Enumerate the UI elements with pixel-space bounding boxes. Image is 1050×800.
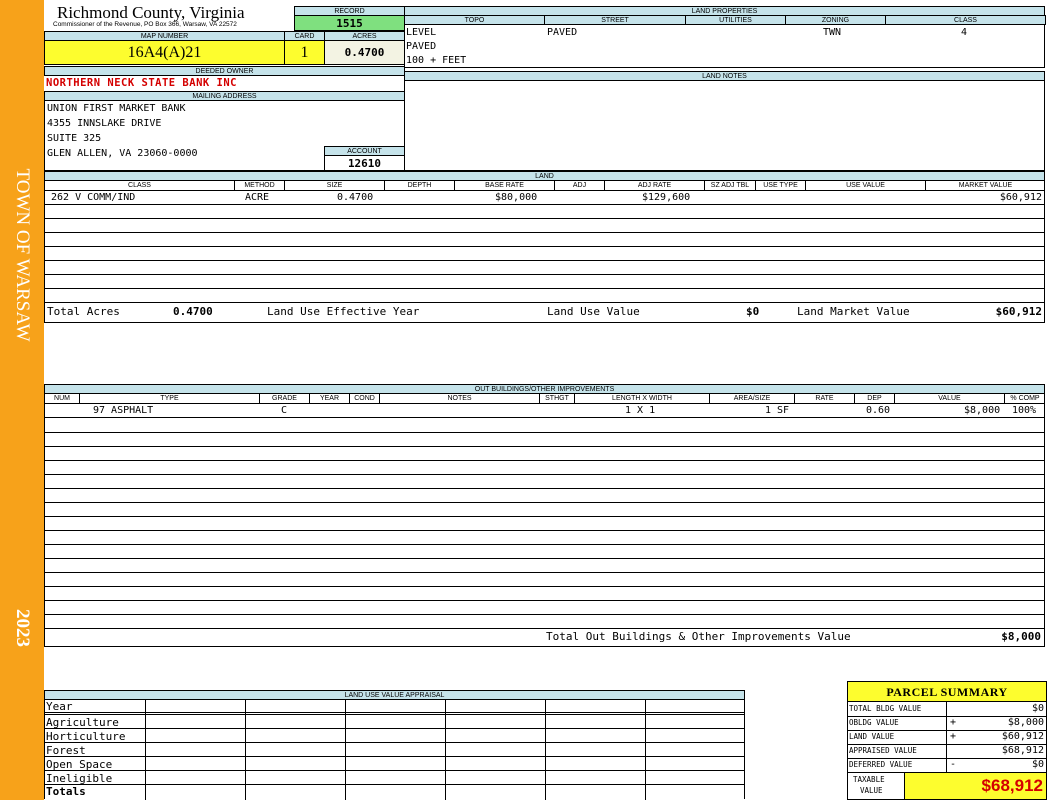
ps-taxable-label-1: TAXABLE <box>853 775 885 784</box>
ps-appraised-value: $68,912 <box>1001 745 1044 756</box>
land-col-use-value: USE VALUE <box>806 181 926 190</box>
land-row-base-rate: $80,000 <box>495 192 538 203</box>
ob-col-lxw: LENGTH X WIDTH <box>575 394 710 403</box>
ps-taxable-label-2: VALUE <box>860 786 883 795</box>
land-col-use-type: USE TYPE <box>756 181 806 190</box>
ob-col-grade: GRADE <box>260 394 310 403</box>
record-number: 1515 <box>294 15 405 31</box>
ps-taxable-value: $68,912 <box>904 773 1046 799</box>
ps-bldg-label: TOTAL BLDG VALUE <box>849 704 922 713</box>
lp-topo-1: LEVEL <box>406 27 437 38</box>
lp-col-street: STREET <box>544 15 686 25</box>
sidebar-year: 2023 <box>12 609 33 647</box>
land-use-appraisal-table: Year Agriculture Horticulture Forest Ope… <box>44 699 745 800</box>
land-use-value: $0 <box>746 305 760 318</box>
land-col-size: SIZE <box>285 181 385 190</box>
owner-box-border <box>44 100 405 171</box>
ob-row-grade: C <box>281 405 288 416</box>
ob-row-value: $8,000 <box>964 405 1001 416</box>
ob-col-type: TYPE <box>80 394 260 403</box>
ps-land-sign: + <box>950 731 957 742</box>
ob-col-rate: RATE <box>795 394 855 403</box>
lp-col-class: CLASS <box>885 15 1046 25</box>
land-table: CLASS METHOD SIZE DEPTH BASE RATE ADJ AD… <box>44 180 1045 323</box>
county-title: Richmond County, Virginia <box>57 3 245 22</box>
parcel-summary-title: PARCEL SUMMARY <box>848 682 1046 702</box>
ps-deferred-value: $0 <box>1031 759 1044 770</box>
land-row-adj-rate: $129,600 <box>642 192 691 203</box>
lp-col-topo: TOPO <box>404 15 545 25</box>
land-col-adj: ADJ <box>555 181 605 190</box>
ps-deferred-label: DEFERRED VALUE <box>849 760 913 769</box>
ob-col-notes: NOTES <box>380 394 540 403</box>
ob-col-value: VALUE <box>895 394 1005 403</box>
land-col-class: CLASS <box>45 181 235 190</box>
ps-obldg-label: OBLDG VALUE <box>849 718 899 727</box>
commissioner-line: Commissioner of the Revenue, PO Box 366,… <box>53 21 237 28</box>
lp-street: PAVED <box>547 27 578 38</box>
land-market-value: $60,912 <box>995 305 1042 318</box>
ob-col-sthgt: STHGT <box>540 394 575 403</box>
land-use-effective-year-label: Land Use Effective Year <box>267 305 420 318</box>
ob-col-dep: DEP <box>855 394 895 403</box>
land-col-adj-rate: ADJ RATE <box>605 181 705 190</box>
ob-col-comp: % COMP <box>1010 395 1040 402</box>
lp-topo-2: PAVED <box>406 41 437 52</box>
ob-row-area: 1 SF <box>765 405 790 416</box>
land-col-method: METHOD <box>235 181 285 190</box>
land-properties-table: TOPO STREET UTILITIES ZONING CLASS LEVEL… <box>404 15 1046 68</box>
ps-land-value: $60,912 <box>1001 731 1044 742</box>
ob-row-type: 97 ASPHALT <box>93 405 154 416</box>
ps-land-label: LAND VALUE <box>849 732 895 741</box>
land-col-base-rate: BASE RATE <box>455 181 555 190</box>
ps-appraised-label: APPRAISED VALUE <box>849 746 917 755</box>
land-notes-area <box>404 80 1045 171</box>
land-row-class: 262 V COMM/IND <box>51 192 136 203</box>
ps-bldg-value: $0 <box>1031 703 1044 714</box>
ob-row-lxw: 1 X 1 <box>625 405 656 416</box>
parcel-summary: PARCEL SUMMARY TOTAL BLDG VALUE $0 OBLDG… <box>847 681 1047 800</box>
total-acres-value: 0.4700 <box>173 305 213 318</box>
ps-deferred-sign: - <box>950 759 957 770</box>
acres-value: 0.4700 <box>324 40 405 65</box>
lp-topo-3: 100 + FEET <box>406 55 467 66</box>
lp-col-utilities: UTILITIES <box>685 15 786 25</box>
ps-obldg-sign: + <box>950 717 957 728</box>
sidebar-town: TOWN OF WARSAW <box>12 168 33 342</box>
ob-total-value: $8,000 <box>1001 630 1041 643</box>
land-col-market-value: MARKET VALUE <box>958 182 1013 189</box>
land-col-sz-adj-tbl: SZ ADJ TBL <box>705 181 756 190</box>
ob-col-cond: COND <box>350 394 380 403</box>
ob-row-dep: 0.60 <box>866 405 891 416</box>
lp-class: 4 <box>961 27 968 38</box>
outbuildings-table: NUM TYPE GRADE YEAR COND NOTES STHGT LEN… <box>44 393 1045 647</box>
deeded-owner-label: DEEDED OWNER <box>44 66 405 76</box>
land-row-size: 0.4700 <box>337 192 374 203</box>
land-use-value-label: Land Use Value <box>547 305 640 318</box>
land-row-method: ACRE <box>245 192 270 203</box>
land-col-depth: DEPTH <box>385 181 455 190</box>
lp-col-zoning: ZONING <box>785 15 886 25</box>
ob-col-year: YEAR <box>310 394 350 403</box>
ob-col-num: NUM <box>45 394 80 403</box>
lua-row-totals: Totals <box>46 785 86 798</box>
sidebar: TOWN OF WARSAW 2023 <box>0 0 44 800</box>
ob-col-area: AREA/SIZE <box>710 394 795 403</box>
total-acres-label: Total Acres <box>47 305 120 318</box>
map-number: 16A4(A)21 <box>44 40 285 65</box>
card-number: 1 <box>284 40 325 65</box>
land-market-value-label: Land Market Value <box>797 305 910 318</box>
ps-obldg-value: $8,000 <box>1007 717 1044 728</box>
lp-zoning: TWN <box>823 27 842 38</box>
ob-total-label: Total Out Buildings & Other Improvements… <box>546 630 851 643</box>
land-row-market-value: $60,912 <box>999 192 1042 203</box>
ob-row-comp: 100% <box>1012 405 1037 416</box>
deeded-owner: NORTHERN NECK STATE BANK INC <box>46 77 238 89</box>
